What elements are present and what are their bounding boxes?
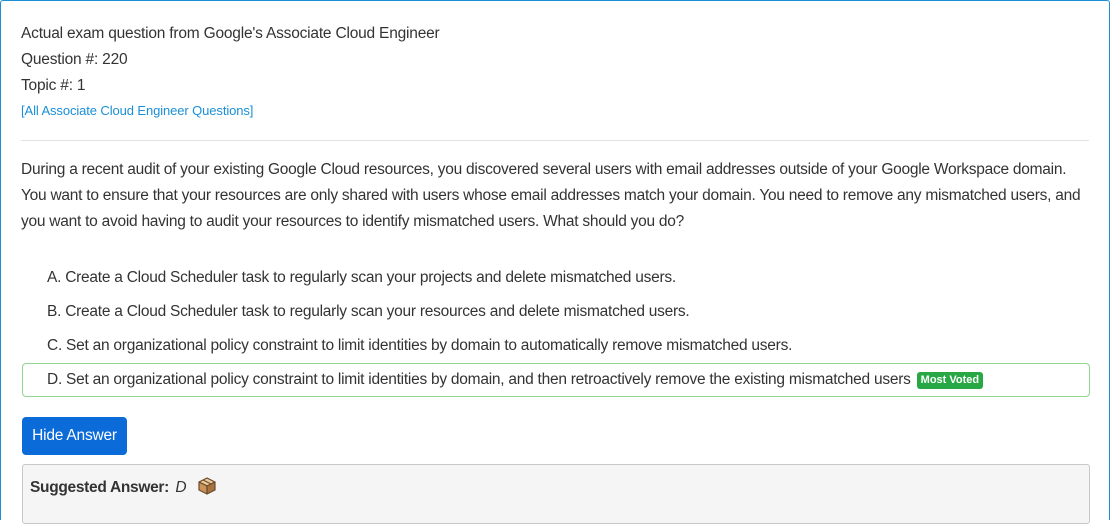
question-header: Actual exam question from Google's Assoc… [21, 21, 440, 123]
choice-c[interactable]: C. Set an organizational policy constrai… [22, 329, 1090, 363]
choice-a-text: A. Create a Cloud Scheduler task to regu… [47, 269, 676, 286]
choice-b[interactable]: B. Create a Cloud Scheduler task to regu… [22, 295, 1090, 329]
choice-a[interactable]: A. Create a Cloud Scheduler task to regu… [22, 261, 1090, 295]
question-number: Question #: 220 [21, 51, 128, 68]
choices-list: A. Create a Cloud Scheduler task to regu… [22, 261, 1090, 397]
box-icon [197, 476, 217, 504]
suggested-answer-box: Suggested Answer: D [22, 464, 1090, 524]
all-questions-link[interactable]: [All Associate Cloud Engineer Questions] [21, 99, 253, 123]
most-voted-badge: Most Voted [916, 372, 984, 389]
suggested-answer-value: D [175, 479, 187, 496]
choice-d[interactable]: D. Set an organizational policy constrai… [22, 363, 1090, 397]
topic-number: Topic #: 1 [21, 77, 86, 94]
question-card: Actual exam question from Google's Assoc… [0, 0, 1110, 524]
choice-b-text: B. Create a Cloud Scheduler task to regu… [47, 303, 690, 320]
choice-c-text: C. Set an organizational policy constrai… [47, 337, 793, 354]
header-divider [21, 140, 1089, 141]
suggested-answer-label: Suggested Answer: [30, 479, 170, 496]
suggested-answer-line: Suggested Answer: D [30, 476, 217, 504]
exam-source-line: Actual exam question from Google's Assoc… [21, 25, 440, 42]
hide-answer-button[interactable]: Hide Answer [22, 417, 127, 455]
question-text: During a recent audit of your existing G… [21, 161, 1081, 230]
choice-d-text: D. Set an organizational policy constrai… [47, 371, 911, 388]
